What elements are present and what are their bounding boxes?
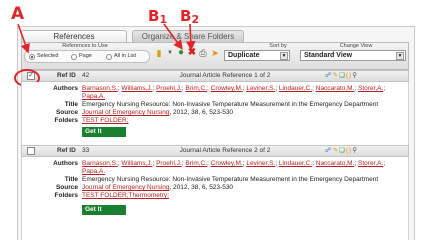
arrow-b1-to-add: [163, 23, 183, 50]
annotation-arrows: [17, 23, 196, 54]
arrow-b2-to-remove: [185, 23, 196, 51]
arrow-a-to-radio: [17, 23, 30, 54]
